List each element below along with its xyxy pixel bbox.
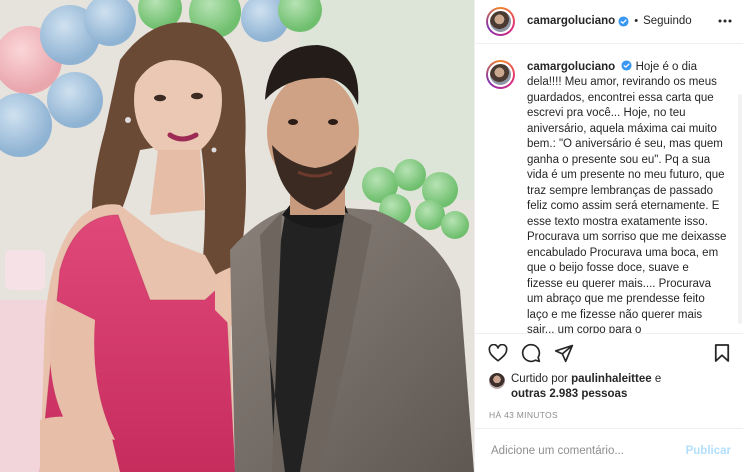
- couple-photo-illustration: [0, 0, 474, 472]
- likes-others-link[interactable]: outras 2.983 pessoas: [511, 388, 627, 400]
- liker-username[interactable]: paulinhaleittee: [571, 373, 652, 385]
- comments-area[interactable]: camargoluciano Hoje é o dia dela!!!! Meu…: [475, 44, 743, 335]
- header-separator: •: [634, 15, 639, 28]
- author-avatar[interactable]: [486, 6, 515, 36]
- verified-badge-icon: [618, 16, 629, 27]
- caption: camargoluciano Hoje é o dia dela!!!! Meu…: [486, 59, 735, 335]
- following-button[interactable]: Seguindo: [643, 15, 692, 27]
- caption-username[interactable]: camargoluciano: [527, 61, 615, 73]
- caption-text-block: camargoluciano Hoje é o dia dela!!!! Meu…: [527, 60, 727, 335]
- comment-form: Publicar: [475, 428, 743, 472]
- author-username[interactable]: camargoluciano: [527, 15, 615, 27]
- more-options-icon[interactable]: [717, 13, 733, 29]
- bookmark-icon[interactable]: [711, 342, 733, 364]
- comment-input[interactable]: [489, 443, 686, 458]
- liker-avatar[interactable]: [489, 373, 505, 390]
- likes-prefix: Curtido por: [511, 373, 572, 386]
- comments-scrollbar[interactable]: [738, 93, 742, 324]
- share-icon[interactable]: [553, 342, 575, 364]
- likes-summary: Curtido por paulinhaleittee e outras 2.9…: [475, 372, 743, 402]
- likes-connector: e: [651, 373, 662, 386]
- comment-icon[interactable]: [520, 342, 542, 364]
- post-header: camargoluciano • Seguindo: [475, 0, 743, 44]
- heart-icon[interactable]: [487, 342, 509, 364]
- post-photo[interactable]: [0, 0, 474, 472]
- action-bar: [475, 334, 743, 372]
- verified-badge-icon: [621, 60, 632, 71]
- likes-text: Curtido por paulinhaleittee e outras 2.9…: [511, 372, 661, 402]
- post-timestamp[interactable]: HÁ 43 MINUTOS: [475, 402, 743, 428]
- publish-button[interactable]: Publicar: [686, 445, 731, 457]
- caption-body: Hoje é o dia dela!!!! Meu amor, revirand…: [527, 60, 727, 335]
- caption-author-avatar[interactable]: [486, 59, 515, 89]
- post-side-panel: camargoluciano • Seguindo camargoluciano: [474, 0, 743, 472]
- instagram-post: camargoluciano • Seguindo camargoluciano: [0, 0, 743, 472]
